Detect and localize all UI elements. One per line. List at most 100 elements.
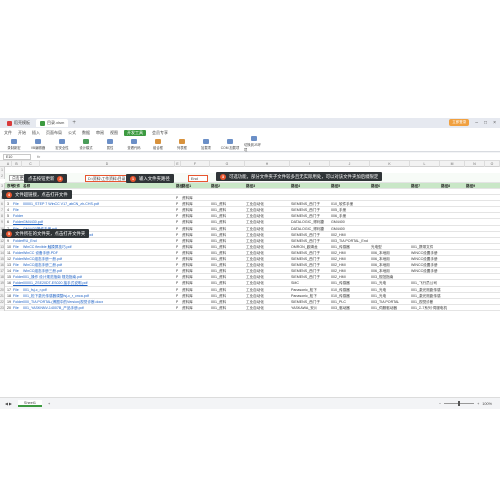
table-cell: SMC (291, 281, 299, 286)
name-box[interactable]: E10 (3, 153, 31, 160)
tab-workbook[interactable]: 目录.xlsm (36, 119, 69, 127)
ribbon-button[interactable]: 属性 (100, 138, 120, 150)
sheet-nav-icon[interactable]: ◀ ▶ (5, 401, 12, 406)
folder-link[interactable]: Folder (13, 250, 23, 255)
folder-link[interactable]: Folder (13, 219, 23, 224)
header-cell[interactable]: 名称 (23, 183, 30, 188)
folder-link[interactable]: File (13, 201, 19, 206)
folder-link[interactable]: Folder (13, 256, 23, 261)
folder-link[interactable]: Folder (13, 213, 23, 218)
ribbon-button[interactable]: 查看代码 (124, 138, 144, 150)
folder-link[interactable]: File (13, 287, 19, 292)
menu-developer[interactable]: 开发工具 (124, 129, 146, 136)
fx-icon[interactable]: fx (37, 154, 40, 159)
column-header[interactable]: B (12, 161, 22, 167)
header-cell[interactable]: 路径4 (291, 183, 300, 188)
table-cell: Panasonic_松下 (291, 293, 317, 298)
folder-link[interactable]: Folder (13, 274, 23, 279)
new-tab-icon[interactable]: + (72, 120, 76, 126)
login-button[interactable]: 立即登录 (449, 119, 470, 126)
file-link[interactable]: WinCC组态手册三册.pdf (23, 268, 62, 273)
menu-member[interactable]: 会员专享 (152, 130, 168, 136)
menu-insert[interactable]: 插入 (32, 130, 40, 136)
file-link[interactable]: 00001_STEP 7 WinCC V17_abCN_zh-CHS.pdf (23, 201, 99, 206)
column-header[interactable]: D (40, 161, 175, 167)
suffix-filter-input[interactable]: End (188, 174, 208, 182)
close-icon[interactable]: × (493, 120, 496, 126)
folder-link[interactable]: Folder (13, 238, 23, 243)
sheet-tab[interactable]: Sheet1 (17, 400, 42, 407)
column-header[interactable]: J (330, 161, 370, 167)
ribbon-button[interactable]: 切换到JS环境 (244, 136, 264, 152)
menu-home[interactable]: 开始 (18, 130, 26, 136)
ribbon-tool-icon (11, 138, 17, 144)
column-header[interactable]: A (5, 161, 12, 167)
table-cell: P (176, 244, 179, 249)
header-cell[interactable]: 路径2 (211, 183, 220, 188)
header-cell[interactable]: 路径9 (466, 183, 475, 188)
header-cell[interactable]: 文件 (13, 183, 20, 188)
file-link[interactable]: WinCC组态手册一册.pdf (23, 256, 62, 261)
file-link[interactable]: 000_TIA PORTAL(博图中的Version)视觉诊断.docx (23, 299, 103, 304)
table-cell: 001_光电 (371, 293, 387, 298)
ribbon-button[interactable]: 设计模式 (76, 138, 96, 150)
column-header[interactable]: K (370, 161, 410, 167)
zoom-slider[interactable] (444, 401, 475, 406)
minimize-icon[interactable]: – (475, 120, 478, 126)
file-link[interactable]: 001_fsj-c_r.pdf (23, 287, 47, 292)
column-header[interactable]: G (210, 161, 245, 167)
add-sheet-icon[interactable]: + (48, 402, 50, 406)
menu-file[interactable]: 文件 (4, 130, 12, 136)
ribbon-button[interactable]: 列表框 (172, 138, 192, 150)
header-cell[interactable]: 路径5 (331, 183, 340, 188)
ribbon-button[interactable]: 录制新宏 (4, 138, 24, 150)
column-header[interactable]: L (410, 161, 440, 167)
folder-link[interactable]: Folder (13, 299, 23, 304)
column-header[interactable]: N (465, 161, 485, 167)
column-header[interactable]: H (245, 161, 290, 167)
ribbon-button[interactable]: 宏安全性 (52, 138, 72, 150)
file-link[interactable]: 001_松下激光传感器调整fsj-c_r_cnca.pdf (23, 293, 89, 298)
menu-page-layout[interactable]: 页面布局 (46, 130, 62, 136)
tab-daoke[interactable]: 稻壳模板 (3, 119, 34, 127)
ribbon-button[interactable]: 组合框 (148, 138, 168, 150)
column-header[interactable]: M (440, 161, 465, 167)
folder-link[interactable]: File (13, 207, 19, 212)
file-link[interactable]: 001_YASKNNV-14007B_产品手册.pdf (23, 305, 84, 310)
maximize-icon[interactable]: □ (484, 120, 487, 126)
zoom-in-icon[interactable]: + (477, 402, 479, 406)
header-cell[interactable]: 路径1 (182, 183, 191, 188)
file-link[interactable]: 00001_ZSE20DT-ES020 接手式说明.pdf (23, 280, 88, 285)
header-cell[interactable]: 路径3 (246, 183, 255, 188)
file-link[interactable]: WinCC flexible 触摸屏技巧.pdf (23, 244, 72, 249)
file-link[interactable]: WinCC 设备手册.PDF (23, 250, 58, 255)
folder-link[interactable]: Folder (13, 280, 23, 285)
menu-view[interactable]: 视图 (110, 130, 118, 136)
folder-link[interactable]: File (13, 268, 19, 273)
file-link[interactable]: WinCC组态手册二册.pdf (23, 262, 62, 267)
header-cell[interactable]: 路径8 (441, 183, 450, 188)
menu-formula[interactable]: 公式 (68, 130, 76, 136)
folder-link[interactable]: File (13, 293, 19, 298)
folder-link[interactable]: File (13, 262, 19, 267)
file-link[interactable]: RU_End (23, 238, 37, 243)
column-header[interactable]: C (22, 161, 40, 167)
step-number-badge: 5 (6, 230, 12, 237)
column-header[interactable]: O (485, 161, 500, 167)
folder-link[interactable]: File (13, 244, 19, 249)
header-cell[interactable]: 路径6 (371, 183, 380, 188)
table-cell: 资料库 (182, 214, 193, 219)
file-link[interactable]: 001_操作 设计规范指南 规范指南.pdf (23, 274, 82, 279)
column-header[interactable]: F (181, 161, 210, 167)
folder-link[interactable]: File (13, 305, 19, 310)
ribbon-button[interactable]: COM 加载项 (220, 138, 240, 150)
table-cell: 010_传感器 (331, 293, 350, 298)
header-cell[interactable]: 路径7 (411, 183, 420, 188)
zoom-out-icon[interactable]: − (439, 402, 441, 406)
menu-data[interactable]: 数据 (82, 130, 90, 136)
ribbon-button[interactable]: 加载项 (196, 138, 216, 150)
ribbon-button[interactable]: VB编辑器 (28, 138, 48, 150)
file-link[interactable]: GM4430.pdf (23, 219, 43, 224)
menu-review[interactable]: 审阅 (96, 130, 104, 136)
column-header[interactable]: I (290, 161, 330, 167)
